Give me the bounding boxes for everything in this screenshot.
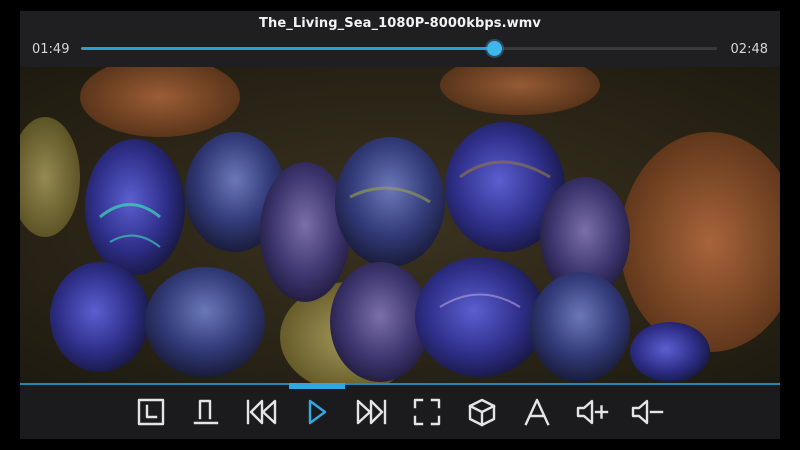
top-bar: The_Living_Sea_1080P-8000kbps.wmv 01:49 … <box>20 11 780 67</box>
fullscreen-button[interactable] <box>407 395 447 429</box>
subtitle-icon <box>193 399 219 425</box>
volume-down-icon <box>631 399 664 425</box>
seek-handle[interactable] <box>486 41 502 56</box>
total-duration: 02:48 <box>730 42 768 57</box>
seek-bar[interactable] <box>81 41 717 56</box>
skip-previous-icon <box>246 399 277 425</box>
3d-mode-button[interactable] <box>462 395 502 429</box>
video-image <box>20 67 780 383</box>
seek-progress <box>81 47 494 50</box>
video-frame[interactable] <box>20 67 780 383</box>
video-player: The_Living_Sea_1080P-8000kbps.wmv 01:49 … <box>20 11 780 439</box>
previous-button[interactable] <box>241 395 281 429</box>
volume-up-icon <box>576 399 609 425</box>
skip-next-icon <box>356 399 387 425</box>
next-button[interactable] <box>352 395 392 429</box>
play-icon <box>308 399 327 425</box>
cube-icon <box>468 398 496 427</box>
clock-square-icon <box>137 398 165 426</box>
control-bar <box>20 383 780 439</box>
subtitle-button[interactable] <box>186 395 226 429</box>
bookmark-time-button[interactable] <box>131 395 171 429</box>
current-time: 01:49 <box>32 42 70 57</box>
letter-a-icon <box>524 398 550 426</box>
volume-down-button[interactable] <box>627 395 667 429</box>
fullscreen-icon <box>413 398 441 426</box>
audio-track-button[interactable] <box>517 395 557 429</box>
file-title: The_Living_Sea_1080P-8000kbps.wmv <box>259 16 541 31</box>
play-button[interactable] <box>297 395 337 429</box>
control-bar-divider <box>20 383 780 385</box>
selected-indicator <box>289 383 345 389</box>
volume-up-button[interactable] <box>572 395 612 429</box>
